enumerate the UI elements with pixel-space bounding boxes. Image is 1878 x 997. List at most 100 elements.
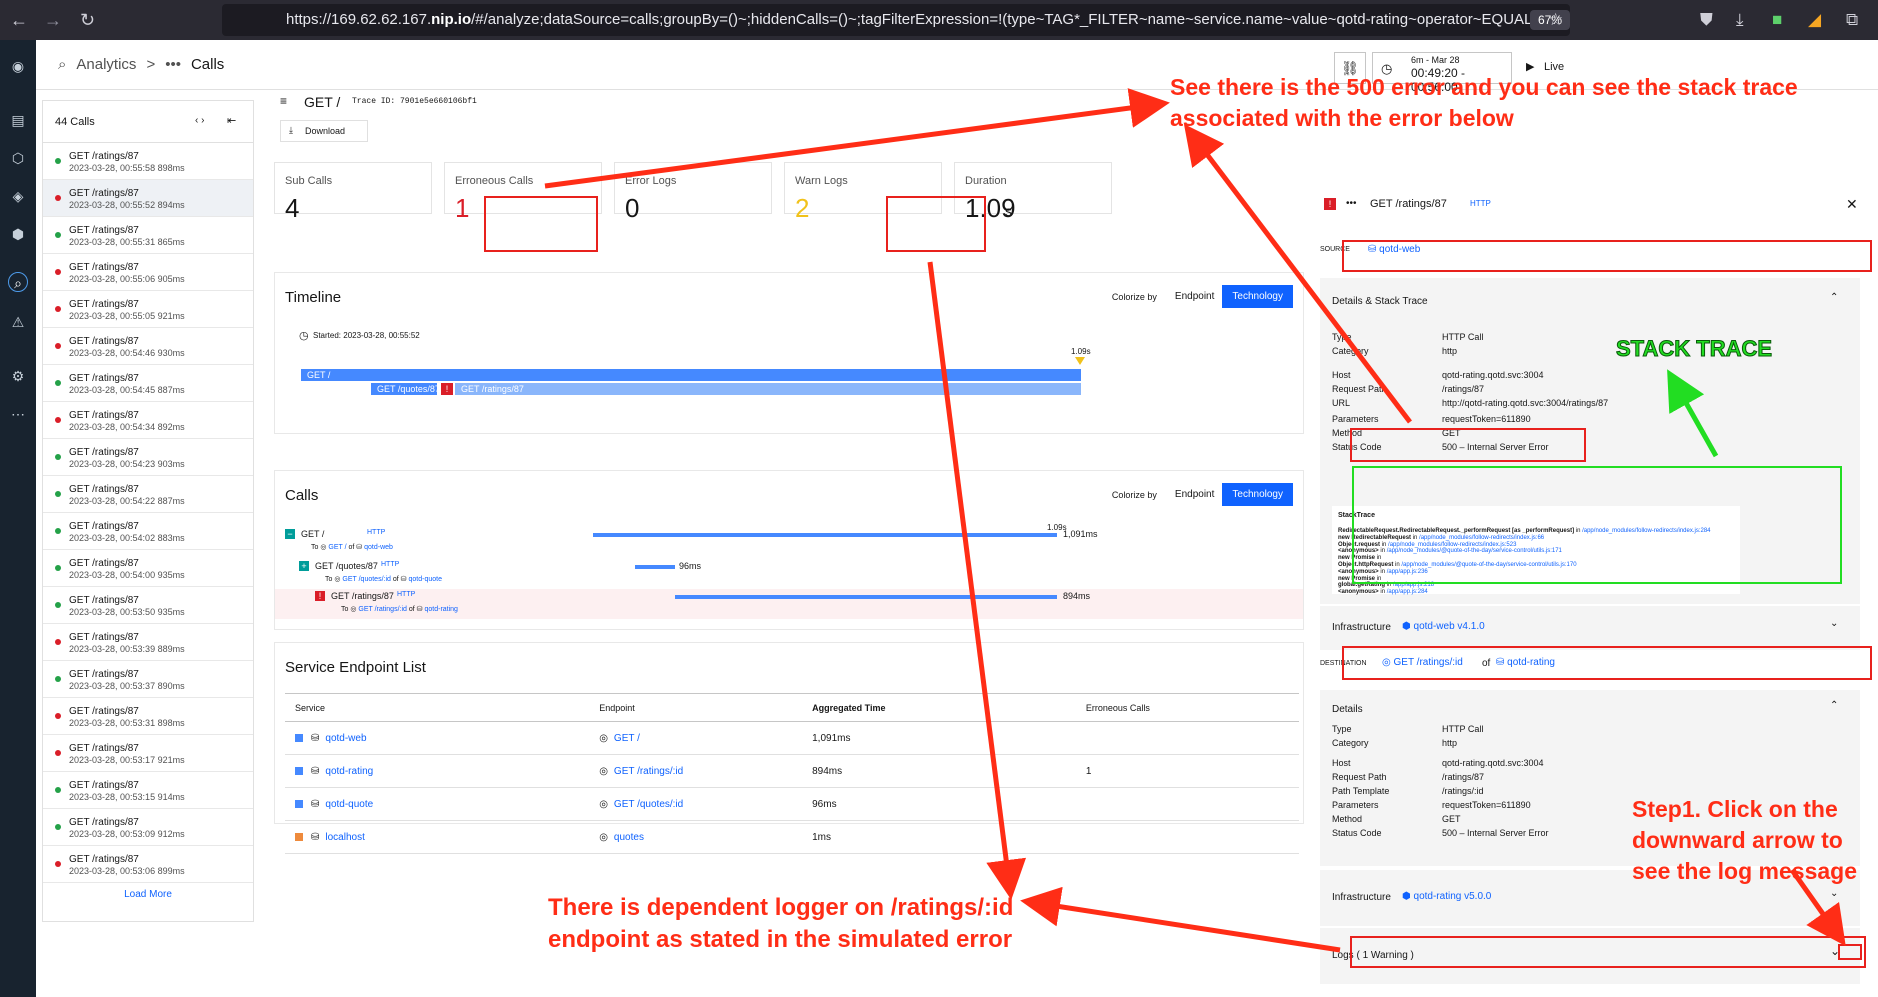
more-icon[interactable]: ⋯ <box>8 404 28 424</box>
websites-icon[interactable]: ▤ <box>8 110 28 130</box>
row-toggle-icon[interactable]: ! <box>315 591 325 601</box>
kv-value: GET <box>1442 814 1461 824</box>
service-link[interactable]: qotd-web <box>364 544 393 551</box>
endpoint-link[interactable]: GET / <box>614 733 640 744</box>
calls-row[interactable]: + GET /quotes/87 HTTP To ◎ GET /quotes/:id … <box>275 559 1303 589</box>
close-icon[interactable]: ✕ <box>1846 196 1858 213</box>
service-link[interactable]: qotd-quote <box>408 576 441 583</box>
call-list-item[interactable]: GET /ratings/87 2023-03-28, 00:55:05 921m… <box>43 291 253 328</box>
stack-location[interactable]: /app/app.js:284 <box>1387 589 1428 595</box>
collapse-icon[interactable]: ⇤ <box>227 114 236 127</box>
call-list-item[interactable]: GET /ratings/87 2023-03-28, 00:53:31 898m… <box>43 698 253 735</box>
infrastructure-icon[interactable]: ⬢ <box>8 224 28 244</box>
platforms-icon[interactable]: ◈ <box>8 186 28 206</box>
endpoint-row[interactable]: ⛁ qotd-quote ◎ GET /quotes/:id 96ms <box>285 787 1299 821</box>
breadcrumb-analytics[interactable]: Analytics <box>76 56 136 73</box>
call-list-item[interactable]: GET /ratings/87 2023-03-28, 00:54:22 887m… <box>43 476 253 513</box>
call-list-item[interactable]: GET /ratings/87 2023-03-28, 00:54:45 887m… <box>43 365 253 402</box>
call-list-item[interactable]: GET /ratings/87 2023-03-28, 00:54:23 903m… <box>43 439 253 476</box>
call-list-item[interactable]: GET /ratings/87 2023-03-28, 00:53:09 912m… <box>43 809 253 846</box>
chevron-down-icon[interactable]: ⌄ <box>1830 888 1838 899</box>
infra-source-link[interactable]: ⬢ qotd-web v4.1.0 <box>1402 621 1485 632</box>
status-dot <box>55 195 61 201</box>
annotation-box-stack <box>1352 466 1842 584</box>
endpoint-link[interactable]: GET /ratings/:id <box>614 766 683 777</box>
endpoint-row[interactable]: ⛁ qotd-rating ◎ GET /ratings/:id 894ms 1 <box>285 754 1299 788</box>
service-link[interactable]: qotd-rating <box>424 606 457 613</box>
erroneous-calls-cell: 1 <box>1075 754 1299 788</box>
call-list-item[interactable]: GET /ratings/87 2023-03-28, 00:55:52 894m… <box>43 180 253 217</box>
service-color-icon <box>295 799 303 808</box>
endpoint-row[interactable]: ⛁ qotd-web ◎ GET / 1,091ms <box>285 721 1299 755</box>
infra-dest-link[interactable]: ⬢ qotd-rating v5.0.0 <box>1402 891 1491 902</box>
row-toggle-icon[interactable]: + <box>299 561 309 571</box>
endpoint-toggle[interactable]: Endpoint <box>1167 483 1222 506</box>
service-link[interactable]: localhost <box>325 832 364 843</box>
call-list-item[interactable]: GET /ratings/87 2023-03-28, 00:54:34 892m… <box>43 402 253 439</box>
endpoint-toggle[interactable]: Endpoint <box>1167 285 1222 308</box>
call-list-item[interactable]: GET /ratings/87 2023-03-28, 00:53:39 889m… <box>43 624 253 661</box>
applications-icon[interactable]: ⬡ <box>8 148 28 168</box>
endpoint-link[interactable]: GET /quotes/:id <box>614 799 683 810</box>
chevron-up-icon[interactable]: ⌃ <box>1830 292 1838 303</box>
bookmark-star-icon[interactable]: ☆ <box>1548 10 1563 30</box>
endpoint-col-header: Erroneous Calls <box>1075 693 1299 722</box>
forward-icon[interactable]: → <box>44 10 62 31</box>
row-toggle-icon[interactable]: − <box>285 529 295 539</box>
call-list-item[interactable]: GET /ratings/87 2023-03-28, 00:53:17 921m… <box>43 735 253 772</box>
call-timestamp: 2023-03-28, 00:53:37 <box>69 681 156 691</box>
download-button[interactable]: ⤓ Download <box>280 120 368 142</box>
endpoint-link[interactable]: quotes <box>614 832 644 843</box>
service-link[interactable]: qotd-rating <box>325 766 373 777</box>
endpoint-link[interactable]: GET / <box>328 544 346 551</box>
call-list-item[interactable]: GET /ratings/87 2023-03-28, 00:53:06 899m… <box>43 846 253 883</box>
service-link[interactable]: qotd-quote <box>325 799 373 810</box>
status-dot <box>55 750 61 756</box>
service-color-icon <box>295 733 303 742</box>
call-time: 2023-03-28, 00:54:34 892ms <box>69 422 185 432</box>
call-list-item[interactable]: GET /ratings/87 2023-03-28, 00:53:50 935m… <box>43 587 253 624</box>
logo-icon[interactable]: ◉ <box>8 56 28 76</box>
back-icon[interactable]: ← <box>10 10 28 31</box>
service-db-icon: ⛁ <box>311 732 320 744</box>
extension-icon[interactable]: ■ <box>1772 10 1782 30</box>
extension2-icon[interactable]: ◢ <box>1808 10 1821 30</box>
endpoint-link[interactable]: GET /quotes/:id <box>342 576 391 583</box>
call-list-item[interactable]: GET /ratings/87 2023-03-28, 00:55:06 905m… <box>43 254 253 291</box>
extensions-icon[interactable]: ⧉ <box>1846 10 1858 30</box>
load-more-link[interactable]: Load More <box>43 889 253 900</box>
technology-toggle[interactable]: Technology <box>1222 285 1293 308</box>
status-dot <box>55 787 61 793</box>
chevron-down-icon[interactable]: ⌄ <box>1830 618 1838 629</box>
url-bar[interactable]: https://169.62.62.167.nip.io/#/analyze;d… <box>222 4 1570 36</box>
calls-row[interactable]: − GET / HTTP To ◎ GET / of ⛁ qotd-web 1,091m… <box>275 527 1303 557</box>
technology-toggle[interactable]: Technology <box>1222 483 1293 506</box>
call-list-item[interactable]: GET /ratings/87 2023-03-28, 00:55:58 898m… <box>43 143 253 180</box>
pager-icon[interactable]: ‹ › <box>195 115 204 126</box>
reload-icon[interactable]: ↻ <box>80 10 95 31</box>
timeline-bar-get-root[interactable]: GET / <box>301 369 1081 381</box>
call-list: 44 Calls ‹ › ⇤ GET /ratings/87 2023-03-28… <box>42 100 254 922</box>
call-list-item[interactable]: GET /ratings/87 2023-03-28, 00:54:46 930m… <box>43 328 253 365</box>
endpoint-table: Service Endpoint Aggregated Time Erroneous … <box>285 693 1299 854</box>
call-list-item[interactable]: GET /ratings/87 2023-03-28, 00:54:02 883m… <box>43 513 253 550</box>
call-list-item[interactable]: GET /ratings/87 2023-03-28, 00:53:15 914m… <box>43 772 253 809</box>
erroneous-calls-cell <box>1075 787 1299 821</box>
call-list-item[interactable]: GET /ratings/87 2023-03-28, 00:55:31 865m… <box>43 217 253 254</box>
download-icon[interactable]: ⤓ <box>1736 10 1744 30</box>
call-timestamp: 2023-03-28, 00:54:45 <box>69 385 156 395</box>
call-list-item[interactable]: GET /ratings/87 2023-03-28, 00:53:37 890m… <box>43 661 253 698</box>
pocket-icon[interactable]: ⛊ <box>1700 10 1713 30</box>
alerts-icon[interactable]: ⚠ <box>8 312 28 332</box>
endpoint-col-header[interactable]: Aggregated Time <box>802 693 1076 722</box>
call-list-item[interactable]: GET /ratings/87 2023-03-28, 00:54:00 935m… <box>43 550 253 587</box>
chevron-up-icon[interactable]: ⌃ <box>1830 700 1838 711</box>
endpoint-row[interactable]: ⛁ localhost ◎ quotes 1ms <box>285 820 1299 854</box>
endpoint-link[interactable]: GET /ratings/:id <box>358 606 407 613</box>
analytics-icon[interactable]: ⌕ <box>8 272 28 292</box>
calls-row[interactable]: ! GET /ratings/87 HTTP To ◎ GET /ratings/:i… <box>275 589 1303 619</box>
service-link[interactable]: qotd-web <box>325 733 366 744</box>
timeline-bar-quotes[interactable]: GET /quotes/87 <box>371 383 437 395</box>
settings-icon[interactable]: ⚙ <box>8 366 28 386</box>
timeline-bar-ratings[interactable]: GET /ratings/87 <box>455 383 1081 395</box>
